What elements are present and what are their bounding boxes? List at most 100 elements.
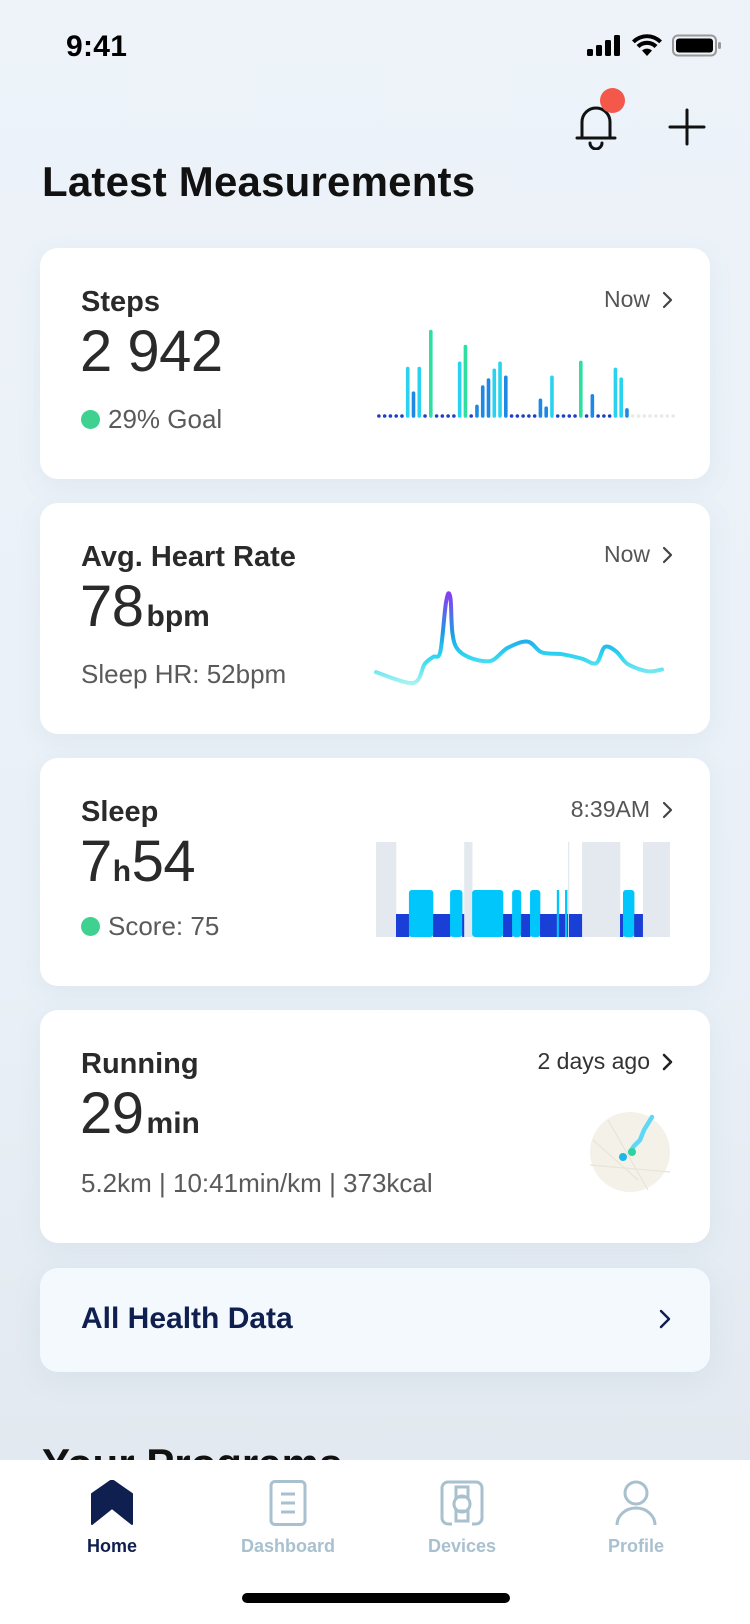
all-health-data-label: All Health Data [81,1302,293,1335]
chevron-right-icon [662,546,673,563]
notification-badge [600,88,625,113]
steps-bar [521,414,525,418]
sleep-segment-awake [464,842,473,937]
running-card[interactable]: Running 2 days ago 29 min 5.2km | 10:41mi… [40,1010,710,1243]
steps-bar [446,414,450,418]
steps-bar [584,414,589,418]
sleep-segment-deep [520,914,531,937]
steps-bar [400,414,404,418]
sleep-segment-awake [376,842,397,937]
steps-bar [452,414,456,418]
steps-bar [377,414,381,418]
steps-bar [636,414,641,418]
sleep-segment-light [622,890,635,937]
battery-icon [672,34,721,57]
heart-rate-title: Avg. Heart Rate [81,541,296,573]
chevron-right-icon [662,801,673,818]
sleep-score-label: Score: 75 [108,911,220,941]
tab-home-label: Home [86,1536,137,1556]
steps-bar [555,414,560,418]
route-end-dot [628,1148,636,1156]
steps-bar [567,414,572,418]
plus-icon[interactable] [668,108,706,146]
steps-bar [504,375,508,418]
steps-value: 2 942 [80,319,223,384]
heart-rate-card[interactable]: Avg. Heart Rate Now 78 bpm Sleep HR: 52bp… [40,503,710,734]
tab-devices[interactable]: Devices [387,1480,537,1580]
sleep-score: Score: 75 [81,911,219,942]
sleep-segment-light [408,890,434,937]
home-icon [91,1480,133,1525]
steps-goal: 29% Goal [81,404,222,435]
steps-bar [498,361,502,418]
heart-rate-value: 78 bpm [80,573,210,640]
sleep-card[interactable]: Sleep 8:39AM 7h54 Score: 75 [40,758,710,986]
sleep-segment-deep [433,914,451,937]
watch-icon [440,1480,484,1526]
steps-bar [607,414,612,418]
steps-bar [538,398,543,418]
steps-bar [590,394,595,418]
heart-rate-meta[interactable]: Now [604,541,674,568]
sleep-segment-deep [395,914,410,937]
score-status-dot [81,917,100,936]
steps-bar [671,414,675,418]
steps-meta-label: Now [603,286,650,312]
running-meta[interactable]: 2 days ago [537,1048,674,1075]
sleep-segment-deep [503,914,513,937]
steps-bar [659,414,664,418]
steps-card[interactable]: Steps Now 2 942 29% Goal [40,248,710,479]
heart-rate-chart [374,591,664,686]
tab-profile[interactable]: Profile [561,1480,711,1580]
sleep-hours-unit: h [112,855,131,888]
steps-bar [602,414,606,418]
steps-bar [429,329,433,418]
sleep-meta[interactable]: 8:39AM [571,796,674,823]
tab-devices-label: Devices [427,1536,497,1556]
steps-bar [625,408,629,418]
steps-bar [480,385,485,418]
tab-profile-label: Profile [607,1536,664,1556]
sleep-segment-deep [462,914,465,937]
steps-bar [573,414,577,418]
steps-bar [405,366,410,418]
heart-rate-meta-label: Now [603,541,650,567]
running-title: Running [81,1048,199,1080]
all-health-data-button[interactable]: All Health Data [40,1268,710,1372]
steps-meta[interactable]: Now [604,286,674,313]
sleep-hours: 7 [80,829,112,894]
sleep-chart [376,842,670,937]
steps-goal-label: 29% Goal [108,404,223,434]
sleep-segment-deep [634,914,644,937]
steps-bar [382,414,387,418]
chevron-right-icon [659,1309,671,1329]
goal-status-dot [81,410,100,429]
steps-bar [654,414,658,418]
running-number: 29 [80,1081,144,1146]
sleep-segment-light [556,890,560,937]
tab-dashboard[interactable]: Dashboard [213,1480,363,1580]
running-unit: min [146,1107,200,1140]
sleep-segment-deep [620,914,624,937]
steps-title: Steps [81,286,160,318]
steps-bar [544,406,548,418]
running-value: 29 min [80,1080,200,1147]
steps-bar [532,414,537,418]
tab-dashboard-label: Dashboard [240,1536,336,1556]
steps-bar [579,360,583,418]
status-time: 9:41 [66,30,128,63]
steps-bar [642,414,647,418]
cellular-signal-icon [587,35,620,56]
heart-rate-number: 78 [80,574,144,639]
sleep-segment-light [512,890,522,937]
chevron-right-icon [662,291,673,308]
heart-rate-line [374,591,664,686]
steps-bar [561,414,566,418]
route-map-thumbnail[interactable] [588,1110,672,1194]
steps-bar [596,414,600,418]
tab-home[interactable]: Home [37,1480,187,1580]
route-start-dot [619,1153,627,1161]
steps-bar [463,344,468,418]
heart-rate-unit: bpm [146,600,210,633]
steps-bar [550,375,554,418]
